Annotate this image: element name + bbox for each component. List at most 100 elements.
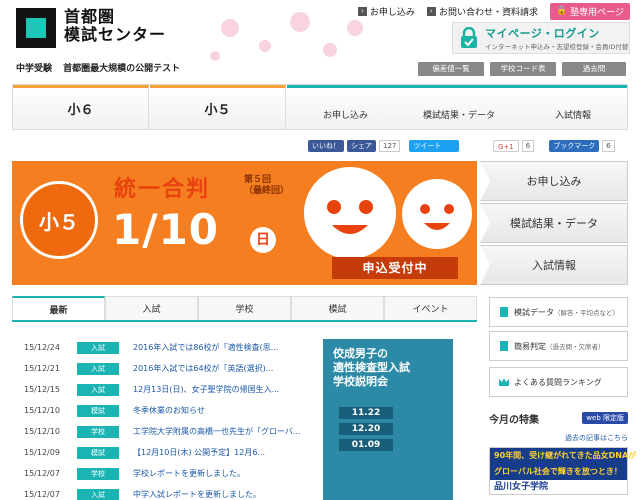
news-tag: 入試 [77,383,119,396]
simple-judgement-sub: （過去問・欠席者） [546,343,605,351]
arrow-icon: › [357,6,367,16]
gplus-button[interactable]: G+1 [493,139,519,152]
mini-buttons: 偏差値一覧 学校コード表 過去問 [418,62,626,76]
list-item[interactable]: 15/12/15 入試 12月13日(日)、女子聖学院の帰国生入... [24,379,314,400]
tab-mock[interactable]: 模試 [291,296,384,320]
news-date: 15/12/10 [24,427,60,436]
promo-title3: 学校説明会 [333,375,388,388]
banner-sub: 第５回 （最終回） [244,175,289,197]
mock-data-button[interactable]: 模試データ （解答・平均点など） [489,297,628,327]
side-menu-results[interactable]: 模試結果・データ [480,203,628,243]
tab-event[interactable]: イベント [384,296,477,320]
tab-entrance[interactable]: 入試 [105,296,198,320]
faq-ranking-button[interactable]: よくある質問ランキング [489,367,628,397]
subnav-apply[interactable]: お申し込み [323,108,368,121]
logo-line1: 首都圏 [64,7,116,26]
promo-date: 12.20 [339,423,393,435]
arrow-icon: › [426,6,436,16]
promo-date: 11.22 [339,407,393,419]
promo-school-banner[interactable]: 佼成男子の 適性検査型入試 学校説明会 11.22 12.20 01.09 [323,339,453,500]
top-link-contact[interactable]: › お問い合わせ・資料請求 [426,5,538,18]
lock-icon [461,27,477,48]
news-title[interactable]: 学校レポートを更新しました。 [133,468,314,479]
news-title[interactable]: 2016年入試では86校が「適性検査(思... [133,342,314,353]
banner-deadline: 申込受付中 [332,257,458,279]
faq-ranking-label: よくある質問ランキング [514,377,602,387]
news-tag: 学校 [77,467,119,480]
social-bar-right: G+1 6 ブックマーク 6 [493,139,615,152]
mock-data-label: 模試データ [514,307,554,317]
past-articles-link[interactable]: 過去の記事はこちら [489,433,628,443]
news-title[interactable]: 中学入試レポートを更新しました。 [133,489,314,500]
child-face-illustration [304,167,396,259]
list-item[interactable]: 15/12/07 入試 中学入試レポートを更新しました。 [24,484,314,500]
news-title[interactable]: 12月13日(日)、女子聖学院の帰国生入... [133,384,314,395]
news-title[interactable]: 【12月10日(木) 公開予定】12月6... [133,447,314,458]
news-title[interactable]: 工学院大学附属の高橋一也先生が「グローバ... [133,426,314,437]
banner-grade-badge: 小５ [20,181,98,259]
bookmark-count: 6 [602,139,615,152]
news-tabs: 最新 入試 学校 模試 イベント [12,296,477,322]
monthly-feature: 今月の特集 web 限定版 過去の記事はこちら 90年間、受け継がれてきた品女D… [489,409,636,500]
simple-judgement-button[interactable]: 簡易判定 （過去問・欠席者） [489,331,628,361]
logo-line2: 模試センター [64,25,167,44]
news-date: 15/12/07 [24,490,60,499]
deviation-list-button[interactable]: 偏差値一覧 [418,62,484,76]
juku-page-button[interactable]: 🔒 塾専用ページ [549,2,630,20]
simple-judgement-label: 簡易判定 [514,341,546,351]
promo-title: 佼成男子の 適性検査型入試 学校説明会 [333,347,410,389]
tagline: 中学受験 首都圏最大規模の公開テスト [16,61,188,74]
tab-school[interactable]: 学校 [198,296,291,320]
mypage-subtitle: インターネット申込み・志望校登録・会員ID付替 [485,43,629,51]
facebook-like-button[interactable]: いいね！ [308,139,344,152]
child-face-illustration-2 [402,179,472,249]
top-link-contact-label: お問い合わせ・資料請求 [438,7,538,18]
tweet-button[interactable]: ツイート [409,139,460,152]
news-date: 15/12/09 [24,448,60,457]
news-tag: 入試 [77,341,119,354]
smile-icon [420,204,454,230]
list-item[interactable]: 15/12/10 模試 冬季休業のお知らせ [24,400,314,421]
past-exams-button[interactable]: 過去問 [562,62,626,76]
news-tag: 入試 [77,362,119,375]
tab-grade6[interactable]: 小６ [13,85,149,129]
list-item[interactable]: 15/12/10 学校 工学院大学附属の高橋一也先生が「グローバ... [24,421,314,442]
news-date: 15/12/24 [24,343,60,352]
news-tag: 学校 [77,425,119,438]
school-code-button[interactable]: 学校コード表 [490,62,556,76]
facebook-share-button[interactable]: シェア [347,139,376,152]
bookmark-button[interactable]: ブックマーク [549,139,600,152]
tab-latest[interactable]: 最新 [12,296,105,320]
top-link-apply[interactable]: › お申し込み [357,5,415,18]
list-item[interactable]: 15/12/07 学校 学校レポートを更新しました。 [24,463,314,484]
news-date: 15/12/21 [24,364,60,373]
site-logo[interactable]: 首都圏 模試センター [64,8,166,44]
list-item[interactable]: 15/12/09 模試 【12月10日(木) 公開予定】12月6... [24,442,314,463]
news-title[interactable]: 2016年入試では64校が「英語(選択)... [133,363,314,374]
share-count: 127 [379,139,401,152]
side-menu-apply[interactable]: お申し込み [480,161,628,201]
banner-sub2: （最終回） [244,186,290,196]
news-title[interactable]: 冬季休業のお知らせ [133,405,314,416]
tab-grade5[interactable]: 小５ [150,85,286,129]
feature-img-line2: グローバル社会で輝きを放つとき！ [494,467,622,476]
hero-banner[interactable]: 小５ 統一合判 第５回 （最終回） 1/10 日 申込受付中 [12,161,477,285]
promo-title1: 佼成男子の [333,347,388,360]
gplus-count: 6 [521,139,535,152]
subnav-results[interactable]: 模試結果・データ [423,108,495,121]
logo-mark[interactable] [16,8,56,48]
web-limited-badge: web 限定版 [582,412,628,424]
feature-image[interactable]: 90年間、受け継がれてきた品女DNAが グローバル社会で輝きを放つとき！ 品川女… [489,447,636,495]
side-menu-entrance[interactable]: 入試情報 [480,245,628,285]
tagline-2: 首都圏最大規模の公開テスト [63,64,181,74]
subnav-entrance[interactable]: 入試情報 [555,108,591,121]
juku-page-label: 塾専用ページ [570,7,624,18]
top-links: › お申し込み › お問い合わせ・資料請求 🔒 塾専用ページ [357,2,630,20]
banner-day: 日 [250,227,276,253]
mypage-login-button[interactable]: マイページ・ログイン インターネット申込み・志望校登録・会員ID付替 [452,22,630,54]
banner-sub1: 第５回 [244,175,272,185]
list-item[interactable]: 15/12/24 入試 2016年入試では86校が「適性検査(思... [24,337,314,358]
lock-icon: 🔒 [555,6,568,16]
side-menu: お申し込み 模試結果・データ 入試情報 [480,161,628,287]
list-item[interactable]: 15/12/21 入試 2016年入試では64校が「英語(選択)... [24,358,314,379]
